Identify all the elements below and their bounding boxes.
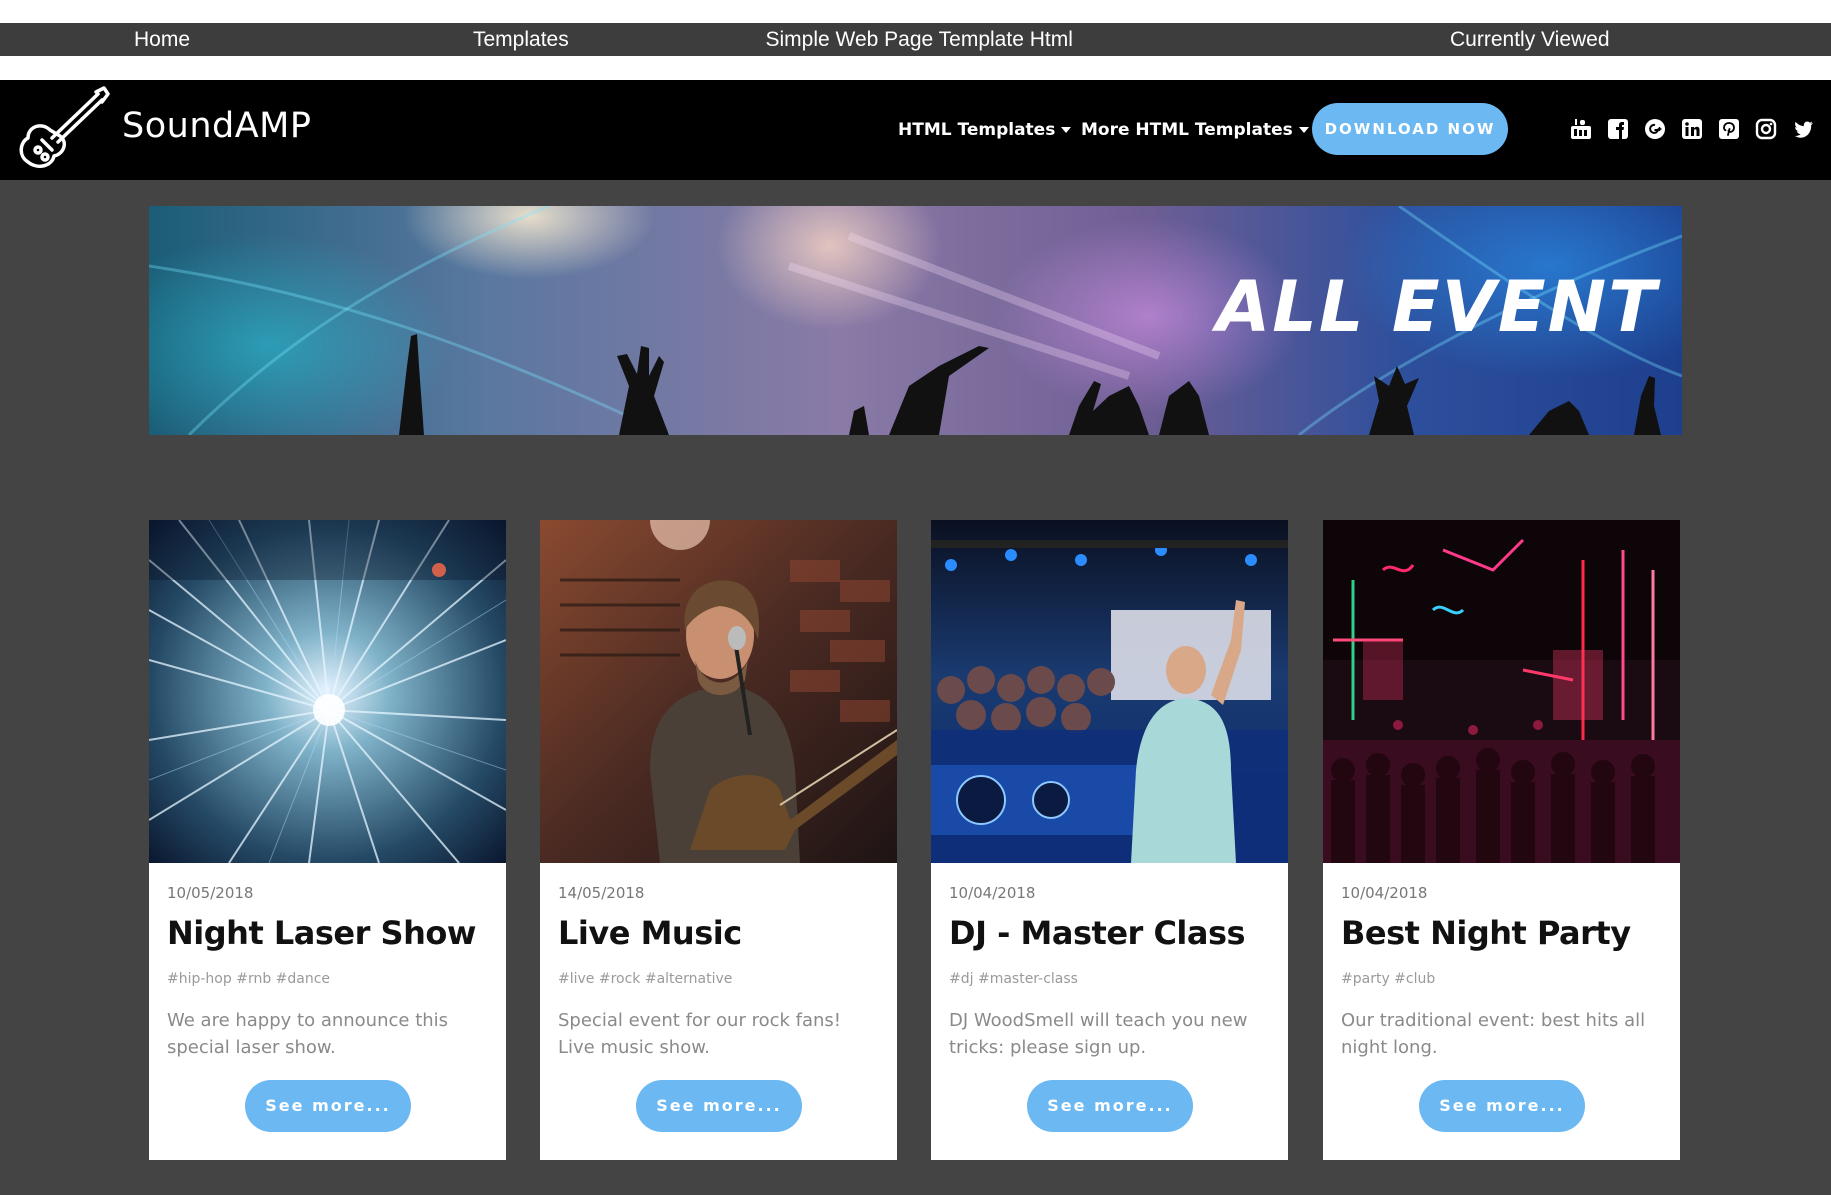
event-tags: #hip-hop #rnb #dance [167,971,331,987]
event-title: Live Music [558,914,742,952]
caret-down-icon [1298,127,1309,133]
laser-show-image [149,520,506,863]
instagram-icon[interactable] [1755,118,1777,140]
event-tags: #dj #master-class [949,971,1078,987]
youtube-icon[interactable] [1570,118,1592,140]
event-date: 14/05/2018 [558,884,645,902]
breadcrumb-item-simple-web-page-template[interactable]: Simple Web Page Template Html [766,23,1073,56]
event-card: 14/05/2018 Live Music #live #rock #alter… [540,520,897,1160]
event-card: 10/05/2018 Night Laser Show #hip-hop #rn… [149,520,506,1160]
breadcrumb-item-home[interactable]: Home [134,23,190,56]
night-party-image [1323,520,1680,863]
event-description: Special event for our rock fans! Live mu… [558,1010,842,1058]
event-date: 10/05/2018 [167,884,254,902]
menu-more-html-templates[interactable]: More HTML Templates [1081,80,1309,180]
navbar: SoundAMP HTML Templates More HTML Templa… [0,80,1831,180]
see-more-button[interactable]: See more... [1027,1080,1193,1132]
facebook-icon[interactable] [1607,118,1629,140]
dj-crowd-image [931,520,1288,863]
download-now-button[interactable]: DOWNLOAD NOW [1312,103,1508,155]
event-card: 10/04/2018 Best Night Party #party #club… [1323,520,1680,1160]
event-date: 10/04/2018 [949,884,1036,902]
banner-title: ALL EVENT [1216,266,1658,348]
dj-master-class-image [931,520,1288,863]
menu-more-html-templates-label: More HTML Templates [1081,120,1293,140]
singer-guitarist-image [540,520,897,863]
breadcrumb: Home Templates Simple Web Page Template … [0,23,1831,56]
see-more-button[interactable]: See more... [245,1080,411,1132]
breadcrumb-item-currently-viewed[interactable]: Currently Viewed [1450,23,1610,56]
event-description: We are happy to announce this special la… [167,1010,449,1058]
event-date: 10/04/2018 [1341,884,1428,902]
neon-street-image [1323,520,1680,863]
laser-burst-image [149,520,506,863]
brand-name[interactable]: SoundAMP [122,106,311,146]
google-plus-icon[interactable] [1644,118,1666,140]
event-tags: #party #club [1341,971,1436,987]
event-tags: #live #rock #alternative [558,971,733,987]
event-card: 10/04/2018 DJ - Master Class #dj #master… [931,520,1288,1160]
event-title: DJ - Master Class [949,914,1246,952]
live-music-image [540,520,897,863]
twitter-icon[interactable] [1792,118,1814,140]
pinterest-icon[interactable] [1718,118,1740,140]
event-title: Best Night Party [1341,914,1631,952]
event-banner: ALL EVENT [149,206,1682,435]
menu-html-templates-label: HTML Templates [898,120,1056,140]
event-description: DJ WoodSmell will teach you new tricks: … [949,1010,1248,1058]
see-more-button[interactable]: See more... [1419,1080,1585,1132]
linkedin-icon[interactable] [1681,118,1703,140]
event-title: Night Laser Show [167,914,476,952]
event-description: Our traditional event: best hits all nig… [1341,1010,1646,1058]
caret-down-icon [1061,127,1072,133]
menu-html-templates[interactable]: HTML Templates [898,80,1072,180]
breadcrumb-item-templates[interactable]: Templates [473,23,569,56]
guitar-icon[interactable] [12,86,110,174]
site-frame: SoundAMP HTML Templates More HTML Templa… [0,80,1831,1195]
see-more-button[interactable]: See more... [636,1080,802,1132]
